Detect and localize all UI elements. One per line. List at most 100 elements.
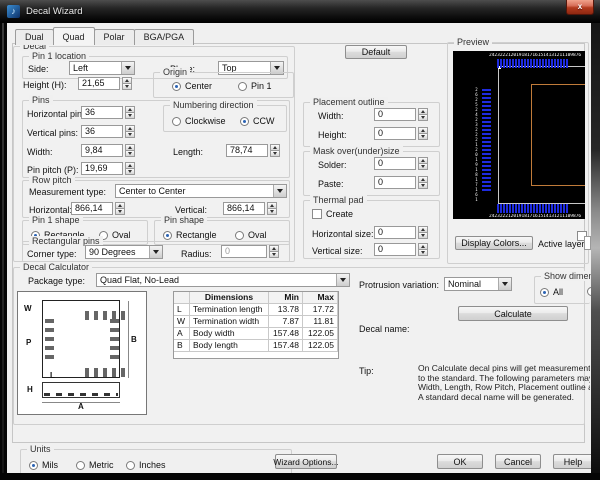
pin1-shape-oval-radio[interactable]: Oval — [99, 230, 131, 240]
chevron-up-icon[interactable] — [122, 77, 132, 84]
origin-center-radio[interactable]: Center — [172, 81, 212, 91]
chevron-down-icon[interactable] — [125, 151, 135, 157]
radius-spinner[interactable] — [269, 245, 279, 258]
origin-center-label: Center — [185, 81, 212, 91]
row-pitch-horizontal-spinner[interactable] — [115, 202, 125, 215]
placement-height-spinner[interactable] — [418, 127, 428, 140]
chevron-up-icon[interactable] — [418, 243, 428, 250]
tab-bga-pga[interactable]: BGA/PGA — [134, 29, 195, 45]
chevron-down-icon[interactable] — [269, 252, 279, 258]
pin-shape-rectangle-radio[interactable]: Rectangle — [163, 230, 217, 240]
numbering-ccw-radio[interactable]: CCW — [240, 116, 275, 126]
solder-spinner[interactable] — [418, 157, 428, 170]
chevron-down-icon[interactable] — [270, 151, 280, 157]
chevron-up-icon[interactable] — [269, 245, 279, 252]
chevron-up-icon[interactable] — [418, 176, 428, 183]
package-type-select[interactable]: Quad Flat, No-Lead — [96, 273, 350, 287]
table-header-cell: Dimensions — [190, 292, 269, 303]
height-input[interactable]: 21,65 — [78, 77, 120, 90]
chevron-up-icon[interactable] — [418, 108, 428, 115]
side-select[interactable]: Left — [69, 61, 135, 75]
row-pitch-vertical-spinner[interactable] — [267, 202, 277, 215]
radius-input[interactable]: 0 — [221, 245, 267, 258]
origin-pin1-radio[interactable]: Pin 1 — [238, 81, 272, 91]
solder-input[interactable]: 0 — [374, 157, 416, 170]
chevron-down-icon[interactable] — [125, 169, 135, 175]
chevron-up-icon[interactable] — [125, 125, 135, 132]
pin-pitch-spinner[interactable] — [125, 162, 135, 175]
paste-input[interactable]: 0 — [374, 176, 416, 189]
row-pitch-horizontal-input[interactable]: 866,14 — [71, 202, 113, 215]
measurement-type-select[interactable]: Center to Center — [115, 184, 287, 198]
chevron-down-icon[interactable] — [336, 274, 349, 286]
calculate-button[interactable]: Calculate — [458, 306, 568, 321]
chevron-down-icon[interactable] — [122, 84, 132, 90]
tab-quad[interactable]: Quad — [53, 27, 95, 45]
row-pitch-vertical-input[interactable]: 866,14 — [223, 202, 265, 215]
display-colors-button[interactable]: Display Colors... — [455, 236, 533, 250]
placement-width-spinner[interactable] — [418, 108, 428, 121]
horizontal-pins-spinner[interactable] — [125, 106, 135, 119]
tab-dual[interactable]: Dual — [15, 29, 54, 45]
thermal-create-checkbox[interactable]: Create — [312, 209, 353, 219]
thermal-vertical-spinner[interactable] — [418, 243, 428, 256]
tab-polar[interactable]: Polar — [94, 29, 135, 45]
units-mils-radio[interactable]: Mils — [29, 460, 58, 470]
chevron-down-icon[interactable] — [418, 233, 428, 239]
length-spinner[interactable] — [270, 144, 280, 157]
chevron-down-icon[interactable] — [125, 113, 135, 119]
preview-pin — [563, 204, 565, 213]
chevron-down-icon[interactable] — [149, 246, 162, 258]
horizontal-pins-input[interactable]: 36 — [81, 106, 123, 119]
chevron-down-icon[interactable] — [418, 250, 428, 256]
chevron-up-icon[interactable] — [125, 106, 135, 113]
chevron-up-icon[interactable] — [115, 202, 125, 209]
show-dimensions-partial-radio[interactable] — [587, 287, 591, 296]
units-inches-radio[interactable]: Inches — [126, 460, 166, 470]
table-cell: Termination length — [190, 304, 269, 315]
width-input[interactable]: 9,84 — [81, 144, 123, 157]
chevron-down-icon[interactable] — [121, 62, 134, 74]
chevron-down-icon[interactable] — [498, 278, 511, 290]
protrusion-variation-select[interactable]: Nominal — [444, 277, 512, 291]
chevron-up-icon[interactable] — [418, 127, 428, 134]
width-spinner[interactable] — [125, 144, 135, 157]
pin-shape-oval-radio[interactable]: Oval — [235, 230, 267, 240]
wizard-options-button[interactable]: Wizard Options... — [275, 454, 337, 469]
numbering-clockwise-radio[interactable]: Clockwise — [172, 116, 226, 126]
chevron-down-icon[interactable] — [115, 209, 125, 215]
ok-button[interactable]: OK — [437, 454, 483, 469]
height-spinner[interactable] — [122, 77, 132, 90]
chevron-down-icon[interactable] — [125, 132, 135, 138]
paste-spinner[interactable] — [418, 176, 428, 189]
vertical-pins-spinner[interactable] — [125, 125, 135, 138]
vertical-pins-input[interactable]: 36 — [81, 125, 123, 138]
chevron-down-icon[interactable] — [267, 209, 277, 215]
chevron-up-icon[interactable] — [125, 162, 135, 169]
chevron-down-icon[interactable] — [418, 134, 428, 140]
chevron-up-icon[interactable] — [418, 157, 428, 164]
placement-width-input[interactable]: 0 — [374, 108, 416, 121]
chevron-up-icon[interactable] — [267, 202, 277, 209]
thermal-horizontal-input[interactable]: 0 — [374, 226, 416, 239]
placement-height-input[interactable]: 0 — [374, 127, 416, 140]
corner-type-select[interactable]: 90 Degrees — [85, 245, 163, 259]
cancel-button[interactable]: Cancel — [495, 454, 541, 469]
chevron-down-icon[interactable] — [418, 164, 428, 170]
chevron-down-icon[interactable] — [418, 115, 428, 121]
active-layer-select[interactable] — [584, 236, 591, 250]
chevron-down-icon[interactable] — [273, 185, 286, 197]
chevron-down-icon[interactable] — [418, 183, 428, 189]
default-button[interactable]: Default — [345, 45, 407, 59]
show-dimensions-all-radio[interactable]: All — [540, 287, 563, 297]
thermal-horizontal-spinner[interactable] — [418, 226, 428, 239]
chevron-up-icon[interactable] — [125, 144, 135, 151]
thermal-vertical-input[interactable]: 0 — [374, 243, 416, 256]
units-metric-radio[interactable]: Metric — [76, 460, 114, 470]
pin-pitch-input[interactable]: 19,69 — [81, 162, 123, 175]
chevron-up-icon[interactable] — [270, 144, 280, 151]
length-input[interactable]: 78,74 — [226, 144, 268, 157]
help-button[interactable]: Help — [553, 454, 591, 469]
chevron-up-icon[interactable] — [418, 226, 428, 233]
close-icon[interactable]: x — [566, 0, 594, 15]
